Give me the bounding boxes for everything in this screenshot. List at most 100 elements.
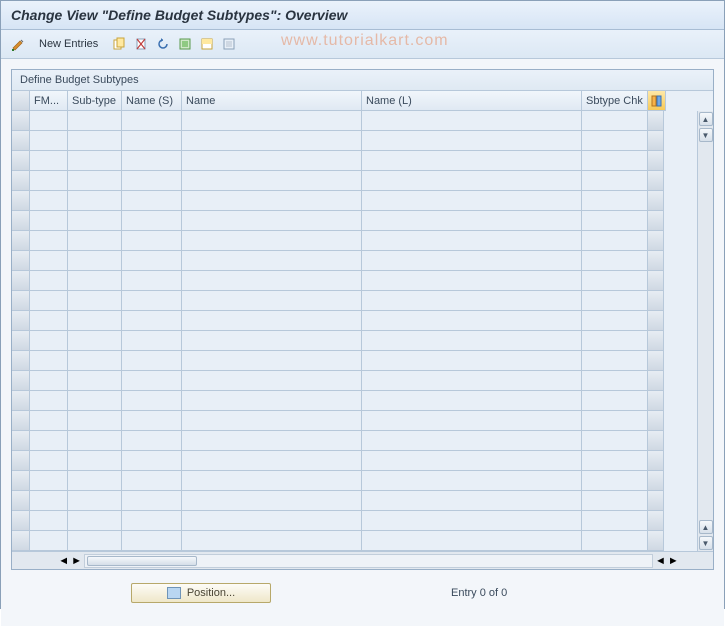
cell-name-l[interactable] [362, 411, 582, 431]
table-row[interactable] [12, 131, 713, 151]
cell-fm[interactable] [30, 171, 68, 191]
cell-name-l[interactable] [362, 231, 582, 251]
row-selector[interactable] [12, 231, 30, 251]
scroll-left2-icon[interactable]: ◄ [655, 555, 666, 567]
cell-name-s[interactable] [122, 231, 182, 251]
col-header-name-s[interactable]: Name (S) [122, 91, 182, 111]
cell-name-l[interactable] [362, 171, 582, 191]
cell-name-s[interactable] [122, 391, 182, 411]
col-header-fm[interactable]: FM... [30, 91, 68, 111]
cell-name-s[interactable] [122, 151, 182, 171]
cell-sbtype-chk[interactable] [582, 371, 648, 391]
cell-subtype[interactable] [68, 171, 122, 191]
table-row[interactable] [12, 231, 713, 251]
cell-name-s[interactable] [122, 311, 182, 331]
undo-icon[interactable] [154, 35, 172, 53]
cell-name-s[interactable] [122, 171, 182, 191]
cell-sbtype-chk[interactable] [582, 491, 648, 511]
table-settings-icon[interactable] [648, 91, 666, 111]
cell-name-l[interactable] [362, 471, 582, 491]
cell-name[interactable] [182, 391, 362, 411]
cell-name[interactable] [182, 311, 362, 331]
cell-subtype[interactable] [68, 291, 122, 311]
cell-sbtype-chk[interactable] [582, 391, 648, 411]
cell-fm[interactable] [30, 151, 68, 171]
cell-sbtype-chk[interactable] [582, 471, 648, 491]
cell-name-s[interactable] [122, 431, 182, 451]
row-selector[interactable] [12, 371, 30, 391]
cell-name[interactable] [182, 431, 362, 451]
cell-subtype[interactable] [68, 391, 122, 411]
cell-subtype[interactable] [68, 451, 122, 471]
cell-fm[interactable] [30, 331, 68, 351]
table-row[interactable] [12, 111, 713, 131]
cell-fm[interactable] [30, 131, 68, 151]
table-row[interactable] [12, 331, 713, 351]
cell-fm[interactable] [30, 231, 68, 251]
cell-sbtype-chk[interactable] [582, 111, 648, 131]
cell-name-l[interactable] [362, 371, 582, 391]
row-selector[interactable] [12, 471, 30, 491]
cell-sbtype-chk[interactable] [582, 191, 648, 211]
cell-name[interactable] [182, 131, 362, 151]
cell-fm[interactable] [30, 451, 68, 471]
row-selector[interactable] [12, 311, 30, 331]
delete-icon[interactable] [132, 35, 150, 53]
cell-name[interactable] [182, 411, 362, 431]
cell-name[interactable] [182, 491, 362, 511]
cell-fm[interactable] [30, 411, 68, 431]
cell-subtype[interactable] [68, 131, 122, 151]
cell-name-l[interactable] [362, 251, 582, 271]
row-selector[interactable] [12, 111, 30, 131]
cell-name[interactable] [182, 171, 362, 191]
toggle-edit-icon[interactable] [9, 35, 27, 53]
scroll-down2-icon[interactable]: ▼ [699, 536, 713, 550]
cell-name-s[interactable] [122, 251, 182, 271]
cell-fm[interactable] [30, 191, 68, 211]
row-selector[interactable] [12, 151, 30, 171]
cell-sbtype-chk[interactable] [582, 531, 648, 551]
cell-name-l[interactable] [362, 491, 582, 511]
table-row[interactable] [12, 411, 713, 431]
col-header-name-l[interactable]: Name (L) [362, 91, 582, 111]
row-selector[interactable] [12, 531, 30, 551]
cell-subtype[interactable] [68, 151, 122, 171]
table-row[interactable] [12, 431, 713, 451]
cell-fm[interactable] [30, 271, 68, 291]
scroll-up2-icon[interactable]: ▲ [699, 520, 713, 534]
row-selector[interactable] [12, 491, 30, 511]
table-row[interactable] [12, 471, 713, 491]
cell-name-s[interactable] [122, 511, 182, 531]
table-row[interactable] [12, 311, 713, 331]
hscroll-track[interactable] [84, 554, 653, 568]
cell-sbtype-chk[interactable] [582, 151, 648, 171]
cell-sbtype-chk[interactable] [582, 131, 648, 151]
row-selector[interactable] [12, 191, 30, 211]
table-row[interactable] [12, 391, 713, 411]
cell-name[interactable] [182, 251, 362, 271]
table-row[interactable] [12, 191, 713, 211]
cell-subtype[interactable] [68, 511, 122, 531]
col-header-sbtype-chk[interactable]: Sbtype Chk [582, 91, 648, 111]
cell-sbtype-chk[interactable] [582, 431, 648, 451]
copy-as-icon[interactable] [110, 35, 128, 53]
cell-subtype[interactable] [68, 411, 122, 431]
cell-name-l[interactable] [362, 331, 582, 351]
cell-name-s[interactable] [122, 331, 182, 351]
cell-name-l[interactable] [362, 391, 582, 411]
scroll-up-icon[interactable]: ▲ [699, 112, 713, 126]
cell-fm[interactable] [30, 471, 68, 491]
cell-subtype[interactable] [68, 491, 122, 511]
cell-name-s[interactable] [122, 531, 182, 551]
cell-fm[interactable] [30, 391, 68, 411]
cell-sbtype-chk[interactable] [582, 211, 648, 231]
row-selector[interactable] [12, 511, 30, 531]
cell-name-l[interactable] [362, 291, 582, 311]
cell-name-s[interactable] [122, 491, 182, 511]
cell-name-s[interactable] [122, 131, 182, 151]
hscroll-thumb[interactable] [87, 556, 197, 566]
cell-fm[interactable] [30, 311, 68, 331]
cell-name-l[interactable] [362, 151, 582, 171]
cell-subtype[interactable] [68, 531, 122, 551]
cell-subtype[interactable] [68, 351, 122, 371]
